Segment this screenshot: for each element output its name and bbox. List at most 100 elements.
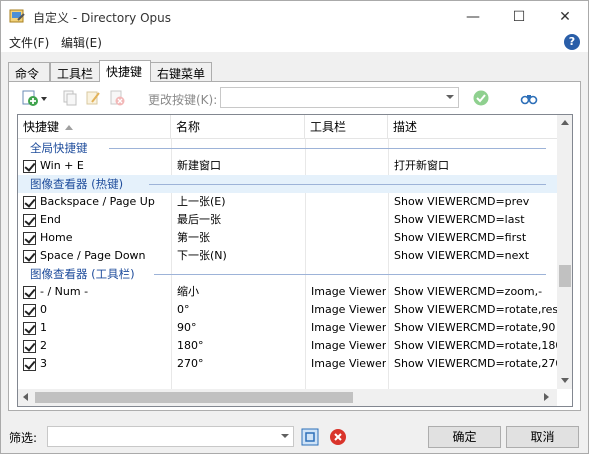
cancel-button[interactable]: 取消 bbox=[506, 426, 579, 448]
tab-toolbars[interactable]: 工具栏 bbox=[50, 62, 100, 81]
toolbar-cell: Image Viewer bbox=[311, 321, 386, 334]
name-cell: 缩小 bbox=[177, 285, 199, 298]
tab-commands[interactable]: 命令 bbox=[8, 62, 50, 81]
toolbar-cell bbox=[311, 157, 386, 175]
delete-icon bbox=[110, 90, 125, 106]
hotkey-cell: Home bbox=[40, 231, 73, 244]
hotkey-cell: Win + E bbox=[40, 159, 84, 172]
name-cell: 270° bbox=[177, 357, 204, 370]
minimize-button[interactable]: — bbox=[450, 1, 496, 32]
horizontal-scrollbar[interactable] bbox=[18, 389, 557, 406]
new-dropdown-icon[interactable] bbox=[41, 97, 47, 101]
ok-button[interactable]: 确定 bbox=[428, 426, 501, 448]
column-header-hotkey[interactable]: 快捷键 bbox=[18, 115, 171, 139]
toolbar-cell bbox=[311, 193, 386, 211]
edit-icon bbox=[86, 91, 100, 105]
list-header: 快捷键 名称 工具栏 描述 bbox=[18, 115, 558, 139]
tab-hotkeys[interactable]: 快捷键 bbox=[99, 60, 151, 82]
close-button[interactable]: ✕ bbox=[542, 1, 588, 32]
vertical-scrollbar[interactable] bbox=[557, 115, 572, 389]
customize-dialog: 自定义 - Directory Opus — ☐ ✕ 文件(F) 编辑(E) ?… bbox=[0, 0, 589, 454]
scroll-up-icon[interactable] bbox=[561, 120, 569, 125]
window-title: 自定义 - Directory Opus bbox=[33, 11, 172, 25]
name-cell: 新建窗口 bbox=[177, 159, 221, 172]
apply-check-icon[interactable] bbox=[472, 89, 490, 107]
list-item[interactable]: 1 90° Image Viewer Show VIEWERCMD=rotate,90 bbox=[18, 319, 558, 337]
description-cell: Show VIEWERCMD=zoom,- bbox=[394, 285, 543, 298]
group-title: 图像查看器 (热键) bbox=[30, 177, 124, 191]
hotkey-cell: 0 bbox=[40, 303, 47, 316]
enabled-checkbox[interactable] bbox=[23, 160, 36, 173]
column-header-name[interactable]: 名称 bbox=[171, 115, 305, 139]
minimize-icon: — bbox=[466, 8, 480, 25]
toolbar-cell bbox=[311, 211, 386, 229]
toolbar-cell: Image Viewer bbox=[311, 303, 386, 316]
copy-icon bbox=[63, 90, 77, 106]
filter-options-icon[interactable] bbox=[301, 428, 319, 446]
hotkey-cell: - / Num - bbox=[40, 285, 89, 298]
enabled-checkbox[interactable] bbox=[23, 232, 36, 245]
help-icon[interactable]: ? bbox=[564, 34, 580, 50]
enabled-checkbox[interactable] bbox=[23, 214, 36, 227]
scroll-right-icon[interactable] bbox=[544, 393, 549, 401]
column-header-toolbar[interactable]: 工具栏 bbox=[305, 115, 388, 139]
horizontal-scroll-thumb[interactable] bbox=[35, 392, 353, 403]
group-divider bbox=[149, 184, 546, 185]
maximize-icon: ☐ bbox=[512, 8, 526, 25]
enabled-checkbox[interactable] bbox=[23, 358, 36, 371]
column-header-label: 名称 bbox=[176, 120, 201, 134]
scroll-left-icon[interactable] bbox=[23, 393, 28, 401]
hotkey-cell: 2 bbox=[40, 339, 47, 352]
tab-label: 右键菜单 bbox=[157, 67, 206, 81]
scroll-down-icon[interactable] bbox=[561, 378, 569, 383]
enabled-checkbox[interactable] bbox=[23, 304, 36, 317]
description-cell: Show VIEWERCMD=rotate,90 bbox=[394, 321, 556, 334]
menu-file[interactable]: 文件(F) bbox=[9, 34, 49, 51]
enabled-checkbox[interactable] bbox=[23, 196, 36, 209]
list-item[interactable]: Backspace / Page Up 上一张(E) Show VIEWERCMD=… bbox=[18, 193, 558, 211]
enabled-checkbox[interactable] bbox=[23, 250, 36, 263]
list-item[interactable]: Space / Page Down 下一张(N) Show VIEWERCMD=ne… bbox=[18, 247, 558, 265]
toolbar-cell: Image Viewer bbox=[311, 357, 386, 370]
list-item[interactable]: Win + E 新建窗口 打开新窗口 bbox=[18, 157, 558, 175]
sort-ascending-icon bbox=[65, 125, 74, 130]
list-item[interactable]: - / Num - 缩小 Image Viewer Show VIEWERCMD=zo… bbox=[18, 283, 558, 301]
hotkey-cell: End bbox=[40, 213, 61, 226]
list-item[interactable]: 2 180° Image Viewer Show VIEWERCMD=rotate,1… bbox=[18, 337, 562, 355]
description-cell: Show VIEWERCMD=next bbox=[394, 249, 530, 262]
hotkey-cell: Space / Page Down bbox=[40, 249, 146, 262]
chevron-down-icon bbox=[446, 95, 454, 99]
hotkey-cell: 1 bbox=[40, 321, 47, 334]
hotkey-cell: Backspace / Page Up bbox=[40, 195, 155, 208]
chevron-down-icon bbox=[281, 434, 289, 438]
toolbar-cell: Image Viewer bbox=[311, 285, 386, 298]
enabled-checkbox[interactable] bbox=[23, 322, 36, 335]
new-hotkey-icon[interactable] bbox=[21, 89, 39, 107]
group-header[interactable]: 全局快捷键 bbox=[18, 139, 558, 157]
toolbar-cell: Image Viewer bbox=[311, 339, 386, 352]
enabled-checkbox[interactable] bbox=[23, 286, 36, 299]
column-header-description[interactable]: 描述 bbox=[388, 115, 558, 139]
name-cell: 上一张(E) bbox=[177, 195, 226, 208]
hotkeys-list[interactable]: 快捷键 名称 工具栏 描述 全局快捷键 Win + E 新建窗口 打开新窗口 图像查看器… bbox=[17, 114, 573, 407]
description-cell: Show VIEWERCMD=rotate,reset bbox=[394, 303, 562, 316]
list-item[interactable]: 0 0° Image Viewer Show VIEWERCMD=rotate,res… bbox=[18, 301, 562, 319]
vertical-scroll-thumb[interactable] bbox=[559, 265, 571, 287]
name-cell: 180° bbox=[177, 339, 204, 352]
tab-context-menus[interactable]: 右键菜单 bbox=[150, 62, 212, 81]
clear-filter-icon[interactable] bbox=[329, 428, 347, 446]
list-item[interactable]: Home 第一张 Show VIEWERCMD=first bbox=[18, 229, 558, 247]
find-binoculars-icon[interactable] bbox=[520, 89, 538, 107]
list-item[interactable]: End 最后一张 Show VIEWERCMD=last bbox=[18, 211, 558, 229]
enabled-checkbox[interactable] bbox=[23, 340, 36, 353]
group-header[interactable]: 图像查看器 (热键) bbox=[18, 175, 558, 193]
close-icon: ✕ bbox=[559, 8, 571, 25]
group-divider bbox=[109, 148, 546, 149]
maximize-button[interactable]: ☐ bbox=[496, 1, 542, 32]
menu-edit[interactable]: 编辑(E) bbox=[61, 34, 102, 51]
group-header[interactable]: 图像查看器 (工具栏) bbox=[18, 265, 558, 283]
change-hotkey-combo[interactable] bbox=[220, 87, 459, 108]
filter-combo[interactable] bbox=[47, 426, 294, 447]
list-item[interactable]: 3 270° Image Viewer Show VIEWERCMD=rotate,2… bbox=[18, 355, 562, 373]
name-cell: 下一张(N) bbox=[177, 249, 227, 262]
